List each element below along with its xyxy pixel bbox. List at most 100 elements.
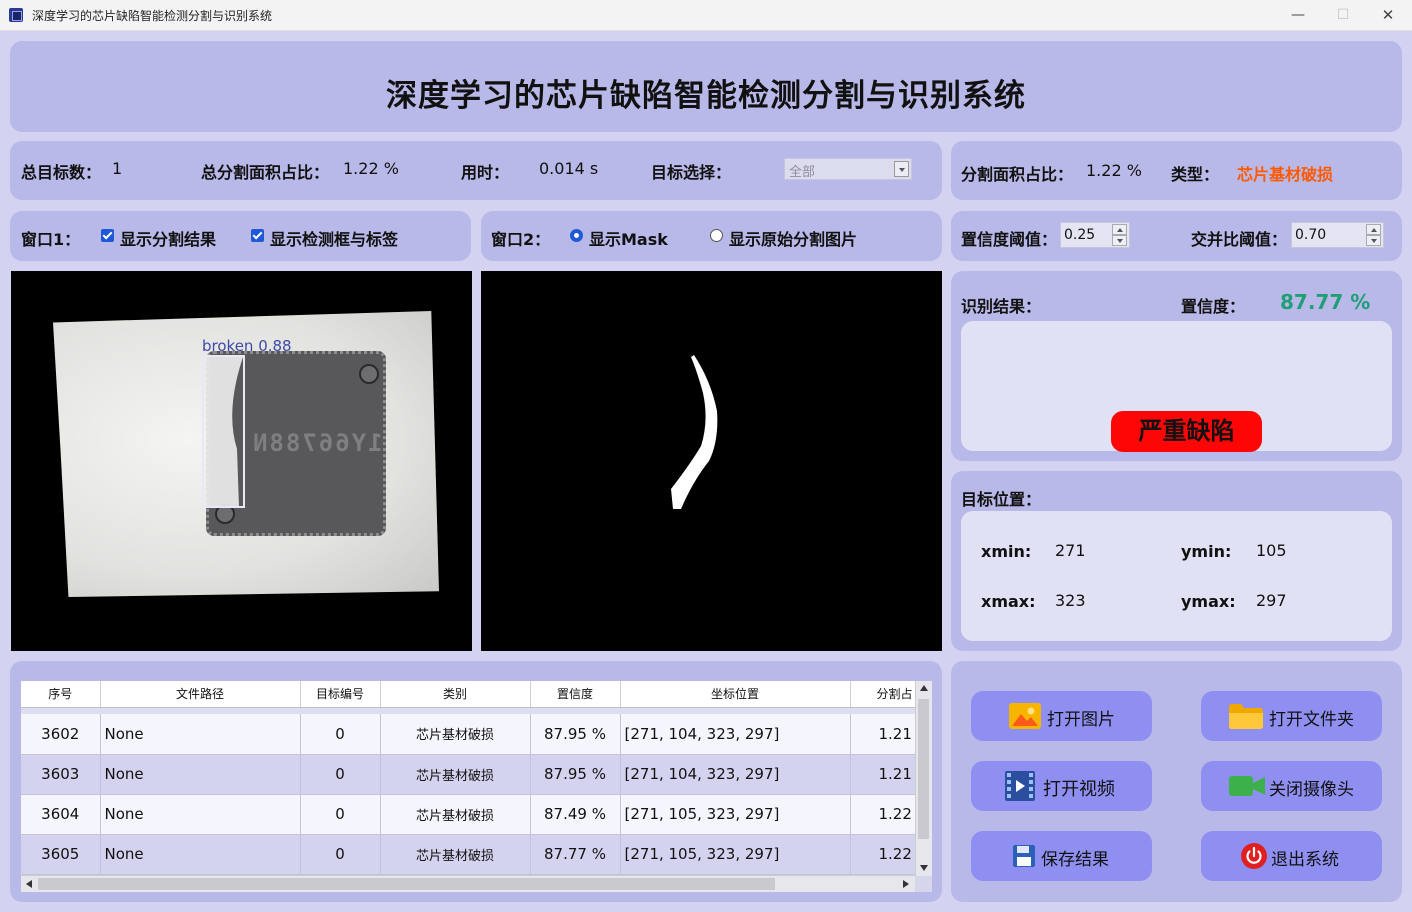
show-seg-label[interactable]: 显示分割结果 (120, 226, 216, 250)
table-row[interactable]: 3602 None 0 芯片基材破损 87.95 % [271, 104, 32… (21, 714, 932, 755)
main-area: 深度学习的芯片缺陷智能检测分割与识别系统 总目标数： 1 总分割面积占比： 1.… (0, 31, 1412, 912)
conf-threshold-label: 置信度阈值： (961, 230, 1058, 249)
table-vertical-scrollbar[interactable] (915, 681, 932, 876)
time-value: 0.014 s (539, 159, 599, 178)
target-select-combo[interactable]: 全部 (784, 158, 912, 180)
ymin-value: 105 (1256, 541, 1287, 560)
type-label: 类型： (1171, 165, 1220, 184)
table-horizontal-scrollbar[interactable] (21, 875, 915, 892)
ymax-value: 297 (1256, 591, 1287, 610)
mask-image-view (481, 271, 942, 651)
window2-options-panel: 窗口2： 显示Mask 显示原始分割图片 (481, 211, 942, 261)
scroll-thumb[interactable] (38, 878, 775, 890)
minimize-button[interactable]: — (1280, 4, 1316, 26)
table-row[interactable]: 3604 None 0 芯片基材破损 87.49 % [271, 105, 32… (21, 794, 932, 835)
scroll-up-icon[interactable] (920, 685, 928, 691)
open-folder-label: 打开文件夹 (1269, 710, 1354, 730)
maximize-button[interactable]: ☐ (1325, 4, 1361, 26)
power-icon (1241, 843, 1267, 869)
scroll-right-icon[interactable] (903, 880, 909, 888)
time-label: 用时： (461, 163, 510, 182)
folder-icon (1229, 704, 1263, 729)
confidence-value: 87.77 % (1280, 290, 1371, 314)
camera-icon (1229, 776, 1265, 796)
show-mask-label[interactable]: 显示Mask (589, 226, 668, 250)
open-folder-button[interactable]: 打开文件夹 (1201, 691, 1382, 741)
show-original-label[interactable]: 显示原始分割图片 (729, 226, 857, 250)
seg-area-label: 分割面积占比： (961, 165, 1074, 184)
seg-area-value: 1.22 % (1086, 161, 1142, 180)
close-button[interactable]: ✕ (1370, 4, 1406, 26)
seg-info-panel: 分割面积占比： 1.22 % 类型： 芯片基材破损 (951, 141, 1402, 200)
open-video-label: 打开视频 (1043, 779, 1115, 800)
type-value: 芯片基材破损 (1237, 165, 1334, 184)
video-icon (1005, 771, 1035, 801)
xmin-value: 271 (1055, 541, 1086, 560)
col-header-path[interactable]: 文件路径 (100, 681, 301, 708)
conf-threshold-spinbox[interactable]: 0.25 (1060, 222, 1130, 248)
show-seg-checkbox[interactable] (101, 229, 114, 242)
conf-threshold-value: 0.25 (1064, 227, 1096, 243)
open-video-button[interactable]: 打开视频 (971, 761, 1152, 811)
show-boxes-label[interactable]: 显示检测框与标签 (270, 226, 398, 250)
actions-panel: 打开图片 打开文件夹 打开视频 关闭摄像头 保存结果 退出系统 (951, 661, 1402, 902)
iou-threshold-value: 0.70 (1295, 227, 1327, 243)
results-table-grid: 序号 文件路径 目标编号 类别 置信度 坐标位置 分割占 3602 None 0… (21, 681, 932, 875)
detection-label: broken 0.88 (202, 337, 292, 355)
scroll-thumb[interactable] (918, 699, 929, 839)
window2-label: 窗口2： (491, 230, 551, 249)
image-icon (1009, 703, 1041, 729)
open-image-button[interactable]: 打开图片 (971, 691, 1152, 741)
col-header-category[interactable]: 类别 (380, 681, 531, 708)
page-title: 深度学习的芯片缺陷智能检测分割与识别系统 (386, 78, 1026, 114)
show-original-radio[interactable] (710, 229, 723, 242)
close-camera-button[interactable]: 关闭摄像头 (1201, 761, 1382, 811)
col-header-confidence[interactable]: 置信度 (530, 681, 621, 708)
close-camera-label: 关闭摄像头 (1269, 780, 1354, 800)
window1-label: 窗口1： (21, 230, 81, 249)
spin-up-icon[interactable] (1112, 224, 1127, 235)
detection-image-view: 1Y66788N broken 0.88 (11, 271, 472, 651)
table-row[interactable]: 3603 None 0 芯片基材破损 87.95 % [271, 104, 32… (21, 754, 932, 795)
result-label: 识别结果： (961, 297, 1042, 316)
scroll-left-icon[interactable] (26, 880, 32, 888)
xmax-value: 323 (1055, 591, 1086, 610)
ymax-label: ymax: (1181, 592, 1236, 611)
detection-bounding-box (202, 355, 245, 508)
target-select-label: 目标选择： (651, 163, 732, 182)
header-panel: 深度学习的芯片缺陷智能检测分割与识别系统 (10, 41, 1402, 132)
thresholds-panel: 置信度阈值： 0.25 交并比阈值： 0.70 (951, 211, 1402, 261)
window-title: 深度学习的芯片缺陷智能检测分割与识别系统 (32, 9, 273, 23)
spin-down-icon[interactable] (1366, 235, 1381, 246)
scroll-down-icon[interactable] (920, 865, 928, 871)
show-mask-radio[interactable] (570, 229, 583, 242)
results-table[interactable]: 序号 文件路径 目标编号 类别 置信度 坐标位置 分割占 3602 None 0… (21, 681, 932, 892)
ymin-label: ymin: (1181, 542, 1232, 561)
window-title-bar: 深度学习的芯片缺陷智能检测分割与识别系统 — ☐ ✕ (0, 0, 1412, 31)
segmentation-mask (671, 355, 718, 509)
spin-down-icon[interactable] (1112, 235, 1127, 246)
result-panel: 识别结果： 置信度： 87.77 % 严重缺陷 (951, 271, 1402, 461)
total-area-label: 总分割面积占比： (201, 163, 330, 182)
chevron-down-icon (894, 161, 909, 177)
iou-threshold-spinbox[interactable]: 0.70 (1291, 222, 1384, 248)
target-select-value: 全部 (789, 165, 816, 180)
col-header-target-id[interactable]: 目标编号 (300, 681, 381, 708)
app-chip-icon (9, 8, 23, 22)
table-row[interactable]: 3605 None 0 芯片基材破损 87.77 % [271, 105, 32… (21, 834, 932, 875)
position-label: 目标位置： (961, 490, 1042, 509)
col-header-coords[interactable]: 坐标位置 (620, 681, 851, 708)
total-targets-label: 总目标数： (21, 163, 102, 182)
show-boxes-checkbox[interactable] (251, 229, 264, 242)
exit-system-label: 退出系统 (1271, 850, 1339, 870)
verdict-badge: 严重缺陷 (1111, 411, 1262, 452)
save-result-label: 保存结果 (1041, 850, 1109, 870)
stats-panel: 总目标数： 1 总分割面积占比： 1.22 % 用时： 0.014 s 目标选择… (10, 141, 942, 200)
xmin-label: xmin: (981, 542, 1032, 561)
spin-up-icon[interactable] (1366, 224, 1381, 235)
save-result-button[interactable]: 保存结果 (971, 831, 1152, 881)
exit-system-button[interactable]: 退出系统 (1201, 831, 1382, 881)
xmax-label: xmax: (981, 592, 1036, 611)
col-header-index[interactable]: 序号 (21, 681, 101, 708)
total-area-value: 1.22 % (343, 159, 399, 178)
